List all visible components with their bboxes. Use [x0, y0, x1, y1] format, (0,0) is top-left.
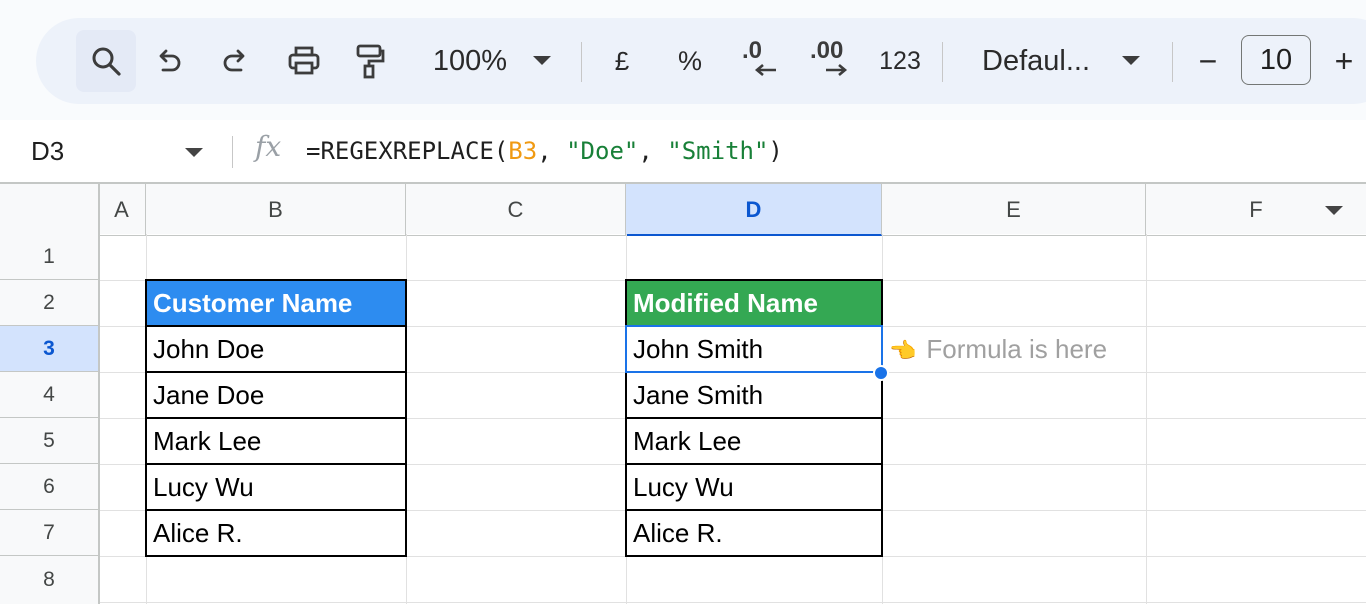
redo-icon	[221, 46, 251, 76]
annotation-note: 👈 Formula is here	[889, 326, 1107, 372]
cell-b5[interactable]: Mark Lee	[146, 418, 406, 464]
increase-decimal-button[interactable]: .00	[804, 18, 856, 104]
print-button[interactable]	[282, 18, 326, 104]
active-cell-selection	[625, 325, 883, 373]
table-line	[145, 325, 407, 327]
spreadsheet-grid: A B C D E F 1 2 3 4 5 6 7 8 Customer Nam…	[0, 182, 1366, 604]
column-header-c[interactable]: C	[406, 184, 626, 236]
cell-b3[interactable]: John Doe	[146, 326, 406, 372]
cell-d6[interactable]: Lucy Wu	[626, 464, 882, 510]
font-size-value: 10	[1259, 43, 1293, 76]
formula-separator: ,	[537, 137, 567, 165]
decrease-font-size-button[interactable]: −	[1188, 18, 1228, 104]
decrease-decimal-icon: .0	[740, 37, 780, 81]
cell-b7[interactable]: Alice R.	[146, 510, 406, 556]
pointing-hand-icon: 👈	[889, 338, 917, 363]
row-header-8[interactable]: 8	[0, 556, 98, 604]
search-icon	[90, 45, 122, 77]
cell-b4[interactable]: Jane Doe	[146, 372, 406, 418]
percent-icon: %	[677, 45, 702, 76]
row-header-4[interactable]: 4	[0, 372, 98, 418]
increase-decimal-icon: .00	[808, 37, 852, 81]
toolbar-divider	[581, 42, 582, 82]
column-header-b[interactable]: B	[146, 184, 406, 236]
format-percent-button[interactable]: %	[670, 18, 710, 104]
row-header-edge	[98, 182, 100, 604]
cell-d5[interactable]: Mark Lee	[626, 418, 882, 464]
table-line	[625, 417, 883, 419]
table-line	[145, 463, 407, 465]
name-box-dropdown-icon[interactable]	[185, 148, 203, 157]
fill-handle[interactable]	[873, 365, 889, 381]
font-size-input[interactable]: 10	[1241, 35, 1311, 85]
number-format-button[interactable]: 123	[872, 18, 928, 104]
increase-font-size-button[interactable]: +	[1324, 18, 1364, 104]
select-all-corner[interactable]	[0, 184, 98, 236]
formula-cell-reference: B3	[508, 137, 538, 165]
column-header-e[interactable]: E	[882, 184, 1146, 236]
name-box[interactable]: D3	[31, 120, 64, 182]
row-header-6[interactable]: 6	[0, 464, 98, 510]
row-header-1[interactable]: 1	[0, 234, 98, 280]
formula-string-arg: "Doe"	[566, 137, 639, 165]
row-header-3[interactable]: 3	[0, 326, 98, 372]
font-family-select[interactable]: Defaul...	[966, 18, 1156, 104]
table-line	[625, 463, 883, 465]
zoom-select[interactable]: 100%	[422, 18, 562, 104]
zoom-value: 100%	[432, 44, 508, 77]
toolbar-divider	[1172, 42, 1173, 82]
toolbar-divider	[942, 42, 943, 82]
row-header-7[interactable]: 7	[0, 510, 98, 556]
undo-icon	[153, 46, 183, 76]
grid-line	[100, 602, 1366, 603]
undo-button[interactable]	[148, 18, 188, 104]
formula-bar-divider	[232, 136, 233, 168]
formula-close-paren: )	[768, 137, 783, 165]
paint-format-button[interactable]	[350, 18, 390, 104]
font-dropdown-icon	[1122, 56, 1140, 66]
minus-icon: −	[1198, 42, 1218, 79]
grid-line	[882, 234, 883, 604]
table-line	[145, 371, 407, 373]
cell-d2-header[interactable]: Modified Name	[626, 280, 882, 326]
decrease-decimal-button[interactable]: .0	[736, 18, 784, 104]
column-menu-dropdown-icon[interactable]	[1325, 206, 1343, 215]
print-icon	[287, 45, 321, 77]
table-line	[145, 509, 407, 511]
font-family-value: Defaul...	[982, 44, 1090, 77]
number-format-label: 123	[879, 46, 921, 75]
toolbar: 100% £ % .0 .00 123 Defaul... − 10 +	[36, 18, 1366, 104]
table-line	[145, 417, 407, 419]
currency-icon: £	[614, 45, 630, 76]
row-header-2[interactable]: 2	[0, 280, 98, 326]
column-header-row: A B C D E F	[0, 182, 1366, 236]
grid-line	[100, 556, 1366, 557]
row-header-5[interactable]: 5	[0, 418, 98, 464]
redo-button[interactable]	[216, 18, 256, 104]
column-header-a[interactable]: A	[98, 184, 146, 236]
column-header-d[interactable]: D	[626, 184, 882, 236]
search-menus-button[interactable]	[76, 18, 136, 104]
formula-input[interactable]: =REGEXREPLACE(B3, "Doe", "Smith")	[306, 120, 783, 182]
formula-bar: D3 fx =REGEXREPLACE(B3, "Doe", "Smith")	[0, 120, 1366, 182]
cell-d4[interactable]: Jane Smith	[626, 372, 882, 418]
zoom-dropdown-icon	[533, 56, 552, 66]
format-currency-button[interactable]: £	[602, 18, 642, 104]
table-line	[625, 509, 883, 511]
paint-format-icon	[355, 43, 385, 79]
grid-line	[406, 234, 407, 604]
fx-icon: fx	[255, 130, 282, 163]
formula-string-arg: "Smith"	[667, 137, 769, 165]
plus-icon: +	[1334, 42, 1354, 79]
formula-function: =REGEXREPLACE(	[306, 137, 509, 165]
cell-b6[interactable]: Lucy Wu	[146, 464, 406, 510]
cell-d7[interactable]: Alice R.	[626, 510, 882, 556]
annotation-text: Formula is here	[926, 334, 1108, 364]
cell-b2-header[interactable]: Customer Name	[146, 280, 406, 326]
grid-line	[1146, 234, 1147, 604]
formula-separator: ,	[638, 137, 668, 165]
